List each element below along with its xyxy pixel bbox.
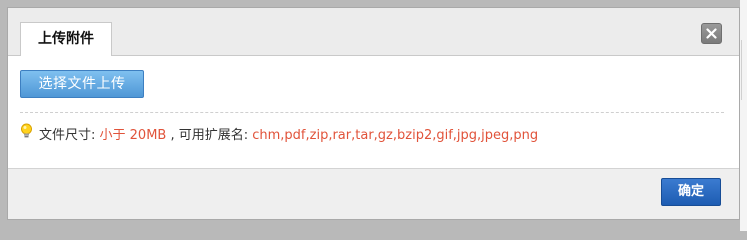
confirm-button[interactable]: 确定 [661,178,721,206]
dialog-footer [8,168,739,219]
upload-hint: 文件尺寸: 小于 20MB , 可用扩展名: chm,pdf,zip,rar,t… [20,123,539,146]
file-size-limit: 小于 20MB [99,128,167,143]
tab-upload-attachment[interactable]: 上传附件 [20,22,112,56]
close-icon [706,28,717,39]
extensions-label: , 可用扩展名: [166,128,253,143]
page-background-edge [740,0,747,231]
page-background-divider [741,40,742,100]
allowed-extensions: chm,pdf,zip,rar,tar,gz,bzip2,gif,jpg,jpe… [252,128,539,143]
dialog-header: 上传附件 [8,8,739,56]
lightbulb-icon [20,123,33,146]
select-file-upload-button[interactable]: 选择文件上传 [20,70,144,98]
close-button[interactable] [701,23,722,44]
dashed-divider [20,112,724,113]
upload-dialog: 上传附件 选择文件上传 文件尺寸: 小于 20MB , 可用扩展名: chm,p… [7,7,740,220]
file-size-label: 文件尺寸: [39,128,100,143]
